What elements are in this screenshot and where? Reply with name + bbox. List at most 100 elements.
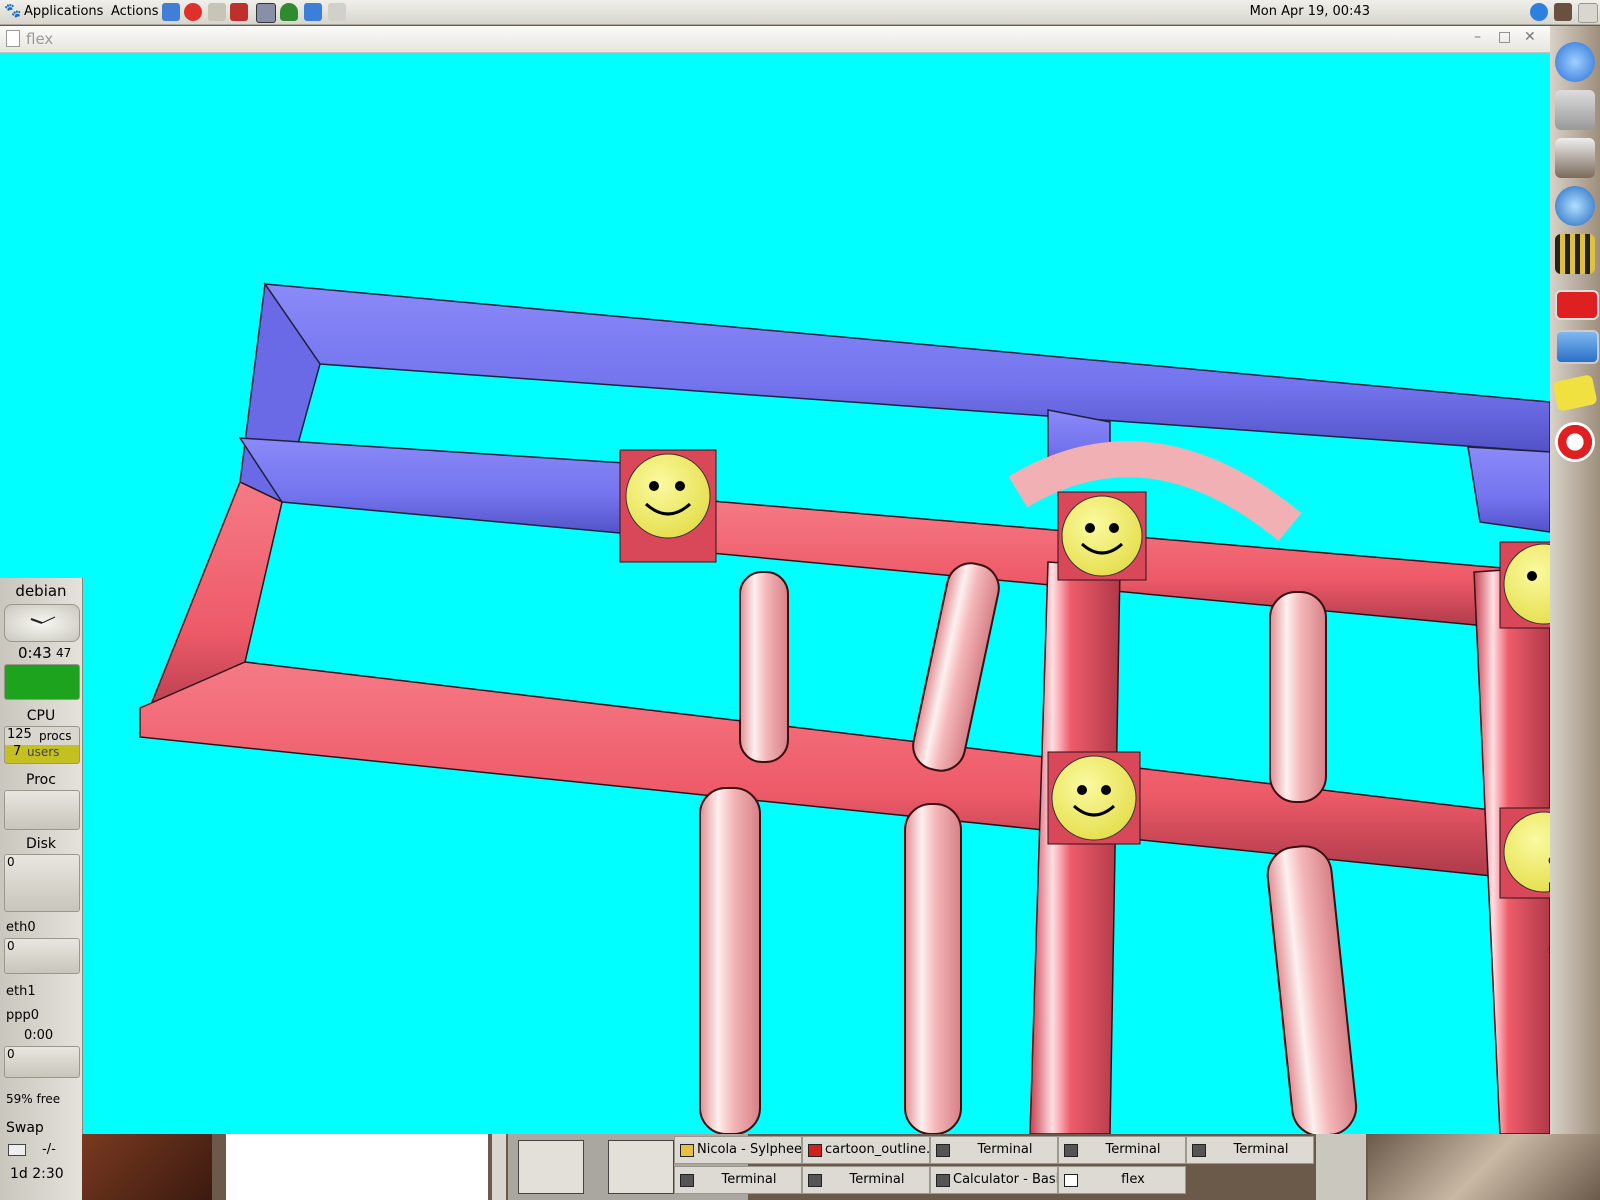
gk-swap-label: Swap (6, 1120, 44, 1136)
actions-menu[interactable]: Actions (111, 4, 159, 19)
gk-clock-icon (4, 604, 80, 642)
gk-cpu-label: CPU (26, 708, 56, 724)
task-terminal[interactable]: Terminal (1058, 1136, 1186, 1164)
foot-icon[interactable] (1555, 42, 1595, 82)
mail-icon[interactable] (8, 1144, 26, 1156)
show-desktop-icon[interactable] (1578, 3, 1598, 23)
flex-window: flex – □ ✕ (0, 26, 1580, 1134)
task-label: Terminal (977, 1142, 1033, 1157)
blue-frame-back (238, 281, 1550, 535)
pdf-workspace-icon[interactable] (608, 1140, 674, 1194)
gk-users: 7 (13, 744, 22, 759)
task-calculator[interactable]: Calculator - Basic (930, 1166, 1058, 1194)
applications-menu[interactable]: Applications (24, 4, 103, 19)
blank-applet (226, 1134, 488, 1200)
right-dock (1550, 26, 1600, 1200)
calculator-icon (936, 1174, 950, 1187)
folder-launcher-icon[interactable] (304, 3, 322, 21)
gk-ppp0-label: ppp0 (6, 1008, 40, 1023)
terminal-icon (936, 1144, 950, 1157)
task-label: Calculator - Basic (953, 1172, 1058, 1187)
film-icon[interactable] (1555, 234, 1595, 274)
calculator-icon[interactable] (1555, 90, 1595, 130)
task-label: Terminal (849, 1172, 905, 1187)
panel-scroll-arrows[interactable] (492, 1134, 506, 1200)
gnome-foot-icon[interactable]: 🐾 (4, 3, 21, 19)
task-label: Terminal (1233, 1142, 1289, 1157)
gk-procs-label: procs (39, 729, 72, 743)
task-sylpheed[interactable]: Nicola - Sylpheed (674, 1136, 802, 1164)
gk-load-chart (4, 664, 80, 700)
display-launcher-icon[interactable] (162, 3, 180, 21)
lifebuoy-icon[interactable] (1555, 422, 1595, 462)
minimize-icon[interactable]: – (1474, 29, 1481, 45)
printer-launcher-icon[interactable] (208, 3, 226, 21)
gk-proc-chart (4, 790, 80, 830)
turtle-launcher-icon[interactable] (280, 3, 298, 21)
gk-disk-value: 0 (7, 855, 15, 869)
logout-launcher-icon[interactable] (230, 3, 248, 21)
image-icon (808, 1144, 822, 1157)
maximize-icon[interactable]: □ (1498, 29, 1511, 45)
top-panel: 🐾 Applications Actions Mon Apr 19, 00:43 (0, 0, 1600, 25)
task-label: cartoon_outline.fp (825, 1142, 930, 1157)
gk-ppp0-chart: 0 (4, 1046, 80, 1078)
close-icon[interactable]: ✕ (1524, 29, 1536, 45)
gk-users-label: users (27, 745, 60, 759)
gk-seconds: 47 (56, 646, 72, 660)
task-label: Terminal (1105, 1142, 1161, 1157)
delete-launcher-icon[interactable] (328, 3, 346, 21)
gk-cpu-chart: 125 procs 7 users (4, 726, 80, 764)
stop-launcher-icon[interactable] (184, 3, 202, 21)
task-label: Nicola - Sylpheed (697, 1142, 802, 1157)
terminal-icon (1192, 1144, 1206, 1157)
flag-icon[interactable] (1555, 290, 1599, 320)
desktop-background-strip (1368, 1134, 1600, 1200)
task-terminal[interactable]: Terminal (674, 1166, 802, 1194)
tray-applets[interactable] (1316, 1134, 1366, 1200)
window-title: flex (26, 30, 54, 48)
gk-eth1-label: eth1 (6, 984, 36, 999)
taskbar: Nicola - Sylpheed cartoon_outline.fp Ter… (674, 1134, 1314, 1200)
desktop-background-strip (82, 1134, 212, 1200)
task-label: flex (1121, 1172, 1145, 1187)
workspace-1[interactable] (518, 1140, 584, 1194)
task-terminal[interactable]: Terminal (1186, 1136, 1314, 1164)
gk-eth0-label: eth0 (6, 920, 36, 935)
gk-uptime: 1d 2:30 (10, 1166, 64, 1182)
window-titlebar[interactable]: flex – □ ✕ (0, 26, 1550, 53)
globe-icon[interactable] (1555, 186, 1595, 226)
terminal-icon (680, 1174, 694, 1187)
gk-mem-free: 59% free (6, 1092, 61, 1106)
note-icon[interactable] (1552, 374, 1598, 412)
gk-hostname: debian (15, 582, 67, 600)
gk-eth0-value: 0 (7, 939, 15, 953)
terminal-icon (1064, 1144, 1078, 1157)
gk-disk-label: Disk (25, 836, 57, 852)
task-terminal[interactable]: Terminal (802, 1166, 930, 1194)
gk-procs: 125 (7, 727, 32, 742)
gk-time: 0:43 (18, 644, 52, 662)
3d-scene[interactable] (0, 52, 1550, 1134)
user-icon[interactable] (1554, 3, 1572, 21)
monitor-icon[interactable] (1555, 330, 1599, 364)
gk-eth0-chart: 0 (4, 938, 80, 974)
task-flex[interactable]: flex (1058, 1166, 1186, 1194)
gk-ppp0-time: 0:00 (24, 1028, 54, 1043)
network-status-icon[interactable] (1530, 3, 1548, 21)
terminal-icon (808, 1174, 822, 1187)
task-label: Terminal (721, 1172, 777, 1187)
gkrellm-monitor: debian 0:43 47 CPU 125 procs 7 users Pro… (0, 578, 83, 1200)
task-terminal[interactable]: Terminal (930, 1136, 1058, 1164)
gk-disk-chart: 0 (4, 854, 80, 912)
gk-mail: -/- (42, 1142, 56, 1157)
gk-ppp0-value: 0 (7, 1047, 15, 1061)
window-launcher-icon[interactable] (256, 3, 276, 23)
task-cartoon-outline[interactable]: cartoon_outline.fp (802, 1136, 930, 1164)
panel-clock[interactable]: Mon Apr 19, 00:43 (1250, 4, 1370, 19)
document-icon (6, 30, 20, 47)
editor-icon[interactable] (1555, 138, 1595, 178)
bottom-panel: Nicola - Sylpheed cartoon_outline.fp Ter… (82, 1134, 1600, 1200)
gk-proc-label: Proc (26, 772, 56, 788)
document-icon (1064, 1174, 1078, 1187)
